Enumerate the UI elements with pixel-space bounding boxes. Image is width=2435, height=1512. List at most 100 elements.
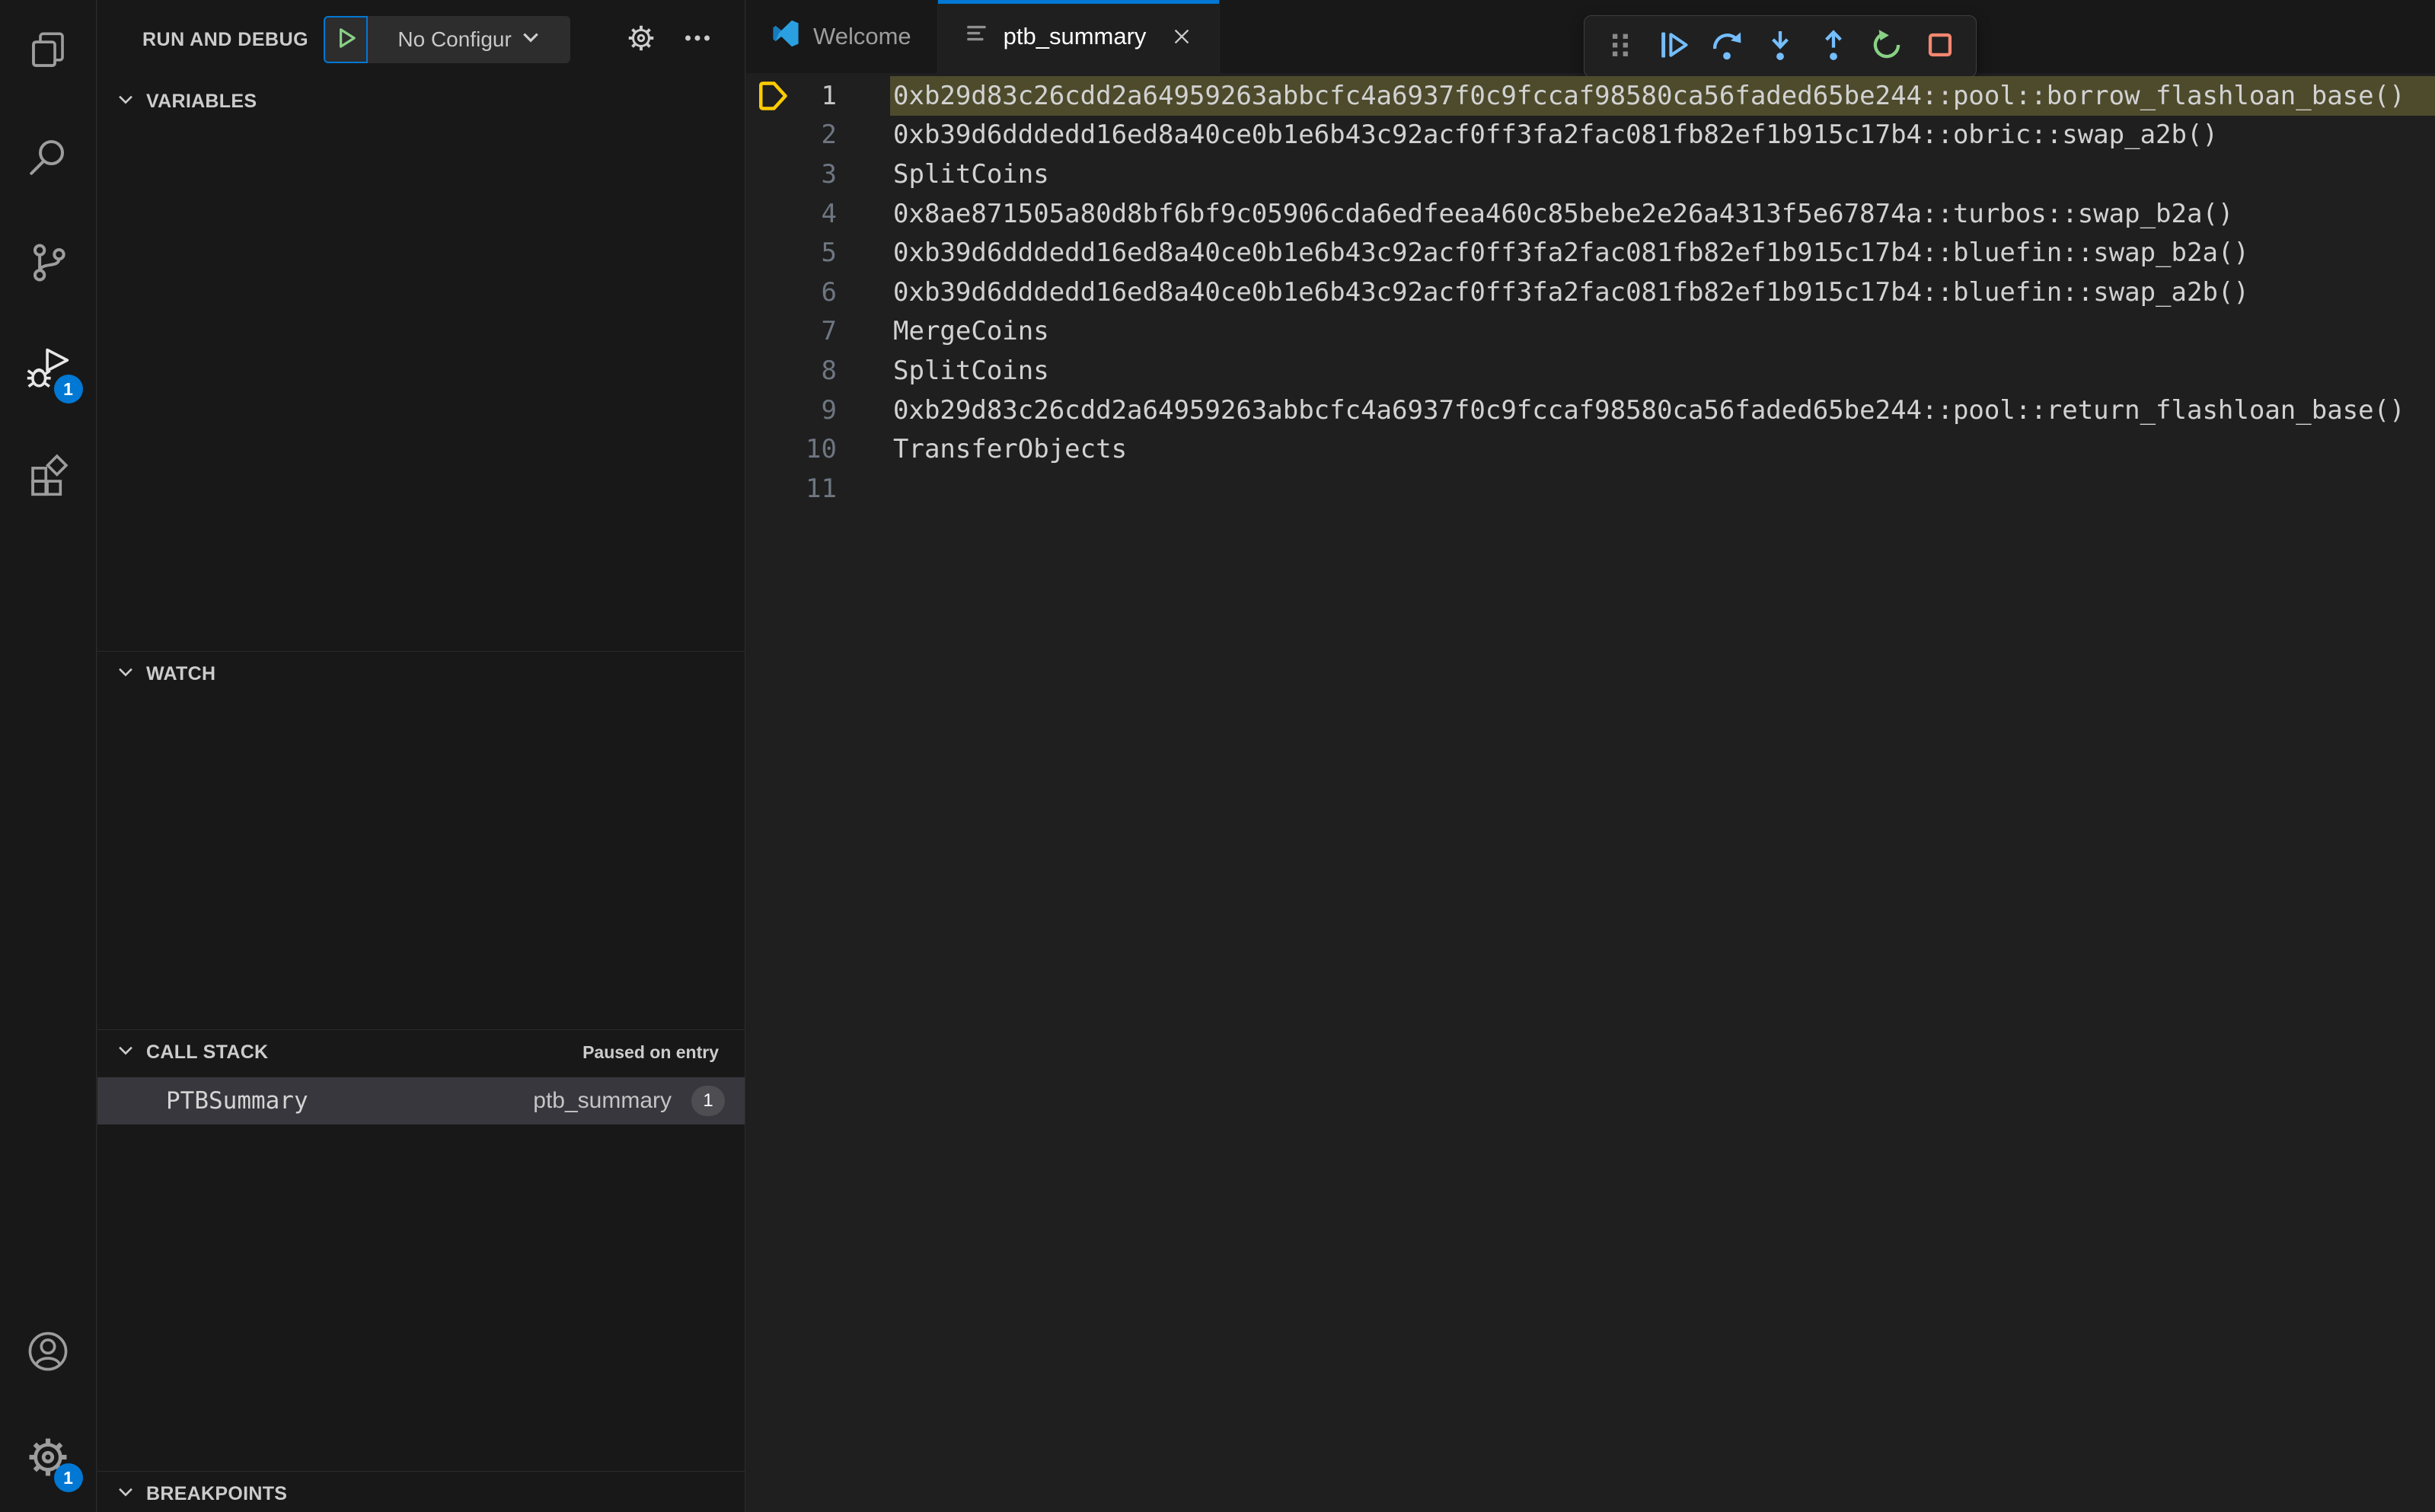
step-over-icon — [1709, 27, 1744, 66]
call-stack-frames: PTBSummary ptb_summary 1 — [97, 1077, 745, 1124]
run-and-debug-sidebar: RUN AND DEBUG No Configur VARIABLES WATC… — [97, 0, 745, 1512]
line-content[interactable]: 0xb39d6dddedd16ed8a40ce0b1e6b43c92acf0ff… — [890, 233, 2435, 273]
call-stack-status: Paused on entry — [582, 1041, 719, 1062]
ellipsis-icon — [682, 23, 713, 57]
line-content[interactable]: SplitCoins — [890, 155, 2435, 194]
source-control-icon — [26, 241, 70, 289]
views-more-actions-button[interactable] — [681, 23, 714, 56]
tab-ptb-summary[interactable]: ptb_summary — [937, 0, 1221, 73]
restart-icon — [1869, 27, 1904, 66]
code-line[interactable]: 10 TransferObjects — [746, 429, 2435, 469]
code-line[interactable]: 5 0xb39d6dddedd16ed8a40ce0b1e6b43c92acf0f… — [746, 233, 2435, 273]
debug-continue-button[interactable] — [1650, 23, 1697, 70]
code-line[interactable]: 11 — [746, 469, 2435, 509]
code-text: 0x8ae871505a80d8bf6bf9c05906cda6edfeea46… — [893, 198, 2234, 229]
line-number: 5 — [821, 238, 837, 269]
code-text: 0xb39d6dddedd16ed8a40ce0b1e6b43c92acf0ff… — [893, 276, 2249, 308]
line-content[interactable]: 0xb39d6dddedd16ed8a40ce0b1e6b43c92acf0ff… — [890, 273, 2435, 312]
debug-restart-button[interactable] — [1863, 23, 1910, 70]
line-gutter[interactable]: 9 — [746, 391, 890, 430]
chevron-down-icon — [116, 90, 136, 113]
activity-item-search[interactable] — [0, 106, 97, 212]
grip-dots-icon — [1603, 27, 1638, 66]
line-number: 4 — [821, 198, 837, 229]
breakpoints-pane-header[interactable]: BREAKPOINTS — [97, 1472, 745, 1512]
activity-item-run-and-debug[interactable]: 1 — [0, 317, 97, 423]
call-stack-pane: CALL STACK Paused on entry PTBSummary ptb… — [97, 1029, 745, 1471]
close-icon[interactable] — [1170, 25, 1193, 48]
code-text: 0xb29d83c26cdd2a64959263abbcfc4a6937f0c9… — [893, 80, 2405, 111]
line-gutter[interactable]: 1 — [746, 76, 890, 116]
call-stack-frame[interactable]: PTBSummary ptb_summary 1 — [97, 1077, 745, 1124]
gutter-spacer — [755, 274, 791, 311]
line-content[interactable]: TransferObjects — [890, 429, 2435, 469]
tab-label: ptb_summary — [1003, 23, 1147, 49]
line-content[interactable]: 0xb29d83c26cdd2a64959263abbcfc4a6937f0c9… — [890, 391, 2435, 430]
line-gutter[interactable]: 7 — [746, 312, 890, 352]
line-gutter[interactable]: 5 — [746, 233, 890, 273]
code-line[interactable]: 8 SplitCoins — [746, 351, 2435, 391]
gutter-spacer — [755, 392, 791, 429]
line-gutter[interactable]: 2 — [746, 116, 890, 155]
line-number: 10 — [806, 434, 837, 465]
debug-stop-button[interactable] — [1916, 23, 1964, 70]
line-gutter[interactable]: 4 — [746, 194, 890, 234]
call-stack-pane-header[interactable]: CALL STACK Paused on entry — [97, 1030, 745, 1074]
code-line[interactable]: 6 0xb39d6dddedd16ed8a40ce0b1e6b43c92acf0f… — [746, 273, 2435, 312]
line-number: 6 — [821, 276, 837, 308]
activity-item-accounts[interactable] — [0, 1300, 97, 1406]
activity-item-source-control[interactable] — [0, 212, 97, 317]
activity-bar: 1 1 — [0, 0, 97, 1512]
debug-current-line-arrow-icon — [755, 78, 791, 114]
debug-step-over-button[interactable] — [1703, 23, 1750, 70]
gutter-spacer — [755, 314, 791, 350]
code-line[interactable]: 1 0xb29d83c26cdd2a64959263abbcfc4a6937f0c… — [746, 76, 2435, 116]
code-line[interactable]: 7 MergeCoins — [746, 312, 2435, 352]
watch-pane: WATCH — [97, 651, 745, 1029]
line-gutter[interactable]: 6 — [746, 273, 890, 312]
search-icon — [26, 135, 70, 183]
line-gutter[interactable]: 8 — [746, 351, 890, 391]
debug-configuration-dropdown[interactable]: No Configur — [368, 16, 571, 63]
gutter-spacer — [755, 431, 791, 467]
line-gutter[interactable]: 11 — [746, 469, 890, 509]
call-stack-pane-title: CALL STACK — [146, 1041, 269, 1063]
tab-welcome[interactable]: Welcome — [746, 0, 938, 73]
files-icon — [26, 29, 70, 77]
tab-label: Welcome — [813, 23, 911, 49]
activity-item-explorer[interactable] — [0, 0, 97, 106]
line-content[interactable]: 0xb39d6dddedd16ed8a40ce0b1e6b43c92acf0ff… — [890, 116, 2435, 155]
code-lines: 1 0xb29d83c26cdd2a64959263abbcfc4a6937f0c… — [746, 76, 2435, 509]
line-content[interactable]: MergeCoins — [890, 312, 2435, 352]
watch-pane-header[interactable]: WATCH — [97, 652, 745, 696]
breakpoints-pane-title: BREAKPOINTS — [146, 1482, 288, 1504]
chevron-down-icon — [116, 662, 136, 686]
code-line[interactable]: 3 SplitCoins — [746, 155, 2435, 194]
code-editor[interactable]: 1 0xb29d83c26cdd2a64959263abbcfc4a6937f0c… — [746, 73, 2435, 1512]
code-text: 0xb39d6dddedd16ed8a40ce0b1e6b43c92acf0ff… — [893, 238, 2249, 269]
sidebar-header: RUN AND DEBUG No Configur — [97, 0, 745, 79]
line-gutter[interactable]: 10 — [746, 429, 890, 469]
code-line[interactable]: 4 0x8ae871505a80d8bf6bf9c05906cda6edfeea4… — [746, 194, 2435, 234]
variables-pane-header[interactable]: VARIABLES — [97, 79, 745, 123]
line-content[interactable]: 0x8ae871505a80d8bf6bf9c05906cda6edfeea46… — [890, 194, 2435, 234]
run-config-control: No Configur — [324, 16, 571, 63]
activity-item-settings[interactable]: 1 — [0, 1406, 97, 1512]
debug-toolbar-drag-handle[interactable] — [1597, 23, 1644, 70]
line-content[interactable]: 0xb29d83c26cdd2a64959263abbcfc4a6937f0c9… — [890, 76, 2435, 116]
variables-pane: VARIABLES — [97, 79, 745, 651]
debug-settings-gear-button[interactable] — [624, 23, 658, 56]
line-gutter[interactable]: 3 — [746, 155, 890, 194]
code-line[interactable]: 2 0xb39d6dddedd16ed8a40ce0b1e6b43c92acf0f… — [746, 116, 2435, 155]
start-debugging-button[interactable] — [324, 16, 369, 63]
code-text: SplitCoins — [893, 355, 1049, 386]
debug-configuration-value: No Configur — [397, 27, 512, 51]
activity-item-extensions[interactable] — [0, 423, 97, 529]
debug-step-into-button[interactable] — [1757, 23, 1804, 70]
line-content[interactable]: SplitCoins — [890, 351, 2435, 391]
code-line[interactable]: 9 0xb29d83c26cdd2a64959263abbcfc4a6937f0c… — [746, 391, 2435, 430]
chevron-down-icon — [521, 27, 541, 53]
gear-icon — [626, 23, 656, 57]
line-content[interactable] — [890, 469, 2435, 509]
debug-step-out-button[interactable] — [1810, 23, 1857, 70]
